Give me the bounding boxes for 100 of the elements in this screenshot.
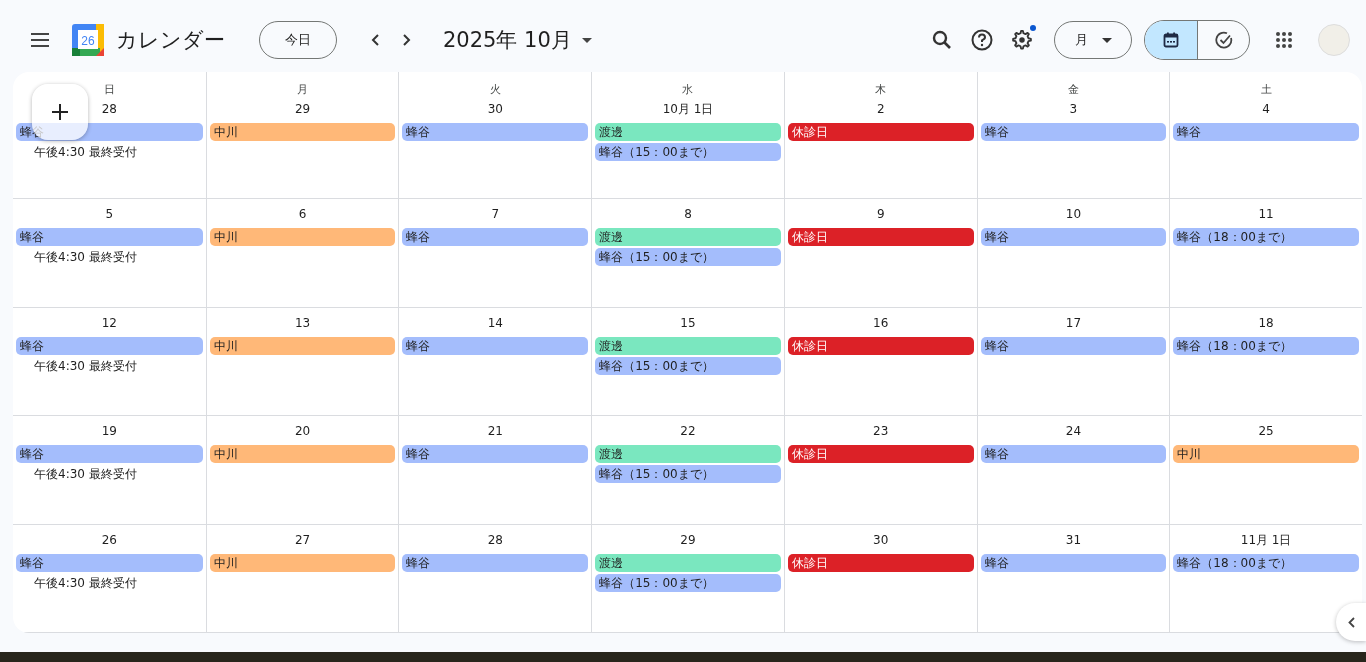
date-number[interactable]: 18 [1258, 314, 1274, 332]
date-number[interactable]: 30 [873, 531, 889, 549]
chevron-right-icon [403, 34, 411, 46]
date-number[interactable]: 19 [101, 422, 117, 440]
date-number[interactable]: 28 [101, 100, 117, 118]
date-number[interactable]: 31 [1065, 531, 1082, 549]
chevron-left-icon [371, 34, 379, 46]
weekday-label: 土 [1260, 82, 1272, 98]
event-chip[interactable]: 中川 [209, 554, 396, 572]
event-text[interactable]: 午後4:30 最終受付 [34, 143, 137, 161]
date-number[interactable]: 16 [873, 314, 889, 332]
date-number[interactable]: 4 [1262, 100, 1270, 118]
event-text[interactable]: 午後4:30 最終受付 [34, 248, 137, 266]
event-chip[interactable]: 蜂谷（15：00まで） [595, 143, 781, 161]
date-number[interactable]: 29 [294, 100, 311, 118]
event-chip[interactable]: 蜂谷 [980, 228, 1167, 246]
weekday-label: 金 [1067, 82, 1079, 98]
event-chip[interactable]: 渡邊 [595, 554, 781, 572]
event-text[interactable]: 午後4:30 最終受付 [34, 357, 137, 375]
create-button[interactable] [32, 84, 88, 140]
caret-icon [1101, 37, 1112, 43]
date-number[interactable]: 13 [294, 314, 311, 332]
event-chip[interactable]: 蜂谷（15：00まで） [595, 465, 781, 483]
side-panel-toggle[interactable] [1336, 603, 1366, 641]
date-number[interactable]: 17 [1065, 314, 1082, 332]
date-number[interactable]: 23 [873, 422, 889, 440]
calendar-icon [1163, 32, 1179, 48]
plus-icon [51, 103, 69, 121]
date-number[interactable]: 26 [101, 531, 117, 549]
date-number[interactable]: 9 [876, 205, 885, 223]
date-number[interactable]: 22 [680, 422, 696, 440]
event-chip[interactable]: 中川 [209, 445, 396, 463]
weekday-label: 水 [682, 82, 694, 98]
event-chip[interactable]: 蜂谷（15：00まで） [595, 357, 781, 375]
date-number[interactable]: 2 [876, 100, 885, 118]
weekday-label: 日 [103, 82, 115, 98]
event-chip[interactable]: 蜂谷 [402, 445, 589, 463]
event-chip[interactable]: 蜂谷 [16, 228, 203, 246]
weekday-label: 月 [297, 82, 309, 98]
apps-grid-icon [1275, 31, 1293, 49]
event-chip[interactable]: 渡邊 [595, 445, 781, 463]
event-chip[interactable]: 蜂谷 [1173, 123, 1359, 141]
event-chip[interactable]: 蜂谷 [16, 337, 203, 355]
event-chip[interactable]: 蜂谷（18：00まで） [1173, 554, 1359, 572]
event-chip[interactable]: 蜂谷 [980, 123, 1167, 141]
date-number[interactable]: 10月 1日 [662, 100, 714, 118]
event-chip[interactable]: 休診日 [787, 123, 974, 141]
weekday-label: 木 [875, 82, 887, 98]
date-number[interactable]: 24 [1065, 422, 1082, 440]
event-text[interactable]: 午後4:30 最終受付 [34, 465, 137, 483]
event-chip[interactable]: 蜂谷 [980, 445, 1167, 463]
date-number[interactable]: 5 [105, 205, 114, 223]
help-icon [971, 29, 993, 51]
date-number[interactable]: 25 [1258, 422, 1274, 440]
event-chip[interactable]: 蜂谷 [980, 554, 1167, 572]
event-chip[interactable]: 蜂谷 [402, 228, 589, 246]
event-chip[interactable]: 休診日 [787, 445, 974, 463]
date-number[interactable]: 29 [680, 531, 696, 549]
date-number[interactable]: 15 [680, 314, 696, 332]
event-chip[interactable]: 中川 [209, 123, 396, 141]
calendar-view-button[interactable] [1145, 21, 1197, 59]
event-chip[interactable]: 休診日 [787, 337, 974, 355]
event-chip[interactable]: 中川 [209, 228, 396, 246]
event-chip[interactable]: 蜂谷（15：00まで） [595, 574, 781, 592]
event-chip[interactable]: 休診日 [787, 554, 974, 572]
date-number[interactable]: 30 [487, 100, 503, 118]
date-number[interactable]: 20 [294, 422, 311, 440]
event-chip[interactable]: 渡邊 [595, 337, 781, 355]
date-number[interactable]: 12 [101, 314, 117, 332]
event-chip[interactable]: 中川 [1173, 445, 1359, 463]
event-chip[interactable]: 渡邊 [595, 228, 781, 246]
date-number[interactable]: 3 [1069, 100, 1078, 118]
event-chip[interactable]: 蜂谷 [16, 554, 203, 572]
date-number[interactable]: 11 [1258, 205, 1274, 223]
event-chip[interactable]: 蜂谷（15：00まで） [595, 248, 781, 266]
event-chip[interactable]: 中川 [209, 337, 396, 355]
date-number[interactable]: 14 [487, 314, 503, 332]
event-chip[interactable]: 蜂谷 [402, 554, 589, 572]
chevron-left-icon [1347, 616, 1355, 628]
event-chip[interactable]: 休診日 [787, 228, 974, 246]
date-number[interactable]: 28 [487, 531, 503, 549]
event-chip[interactable]: 蜂谷（18：00まで） [1173, 337, 1359, 355]
date-number[interactable]: 6 [298, 205, 307, 223]
search-icon [932, 30, 952, 50]
calendar-logo: 26 [72, 24, 104, 56]
event-chip[interactable]: 渡邊 [595, 123, 781, 141]
date-number[interactable]: 21 [487, 422, 503, 440]
date-number[interactable]: 10 [1065, 205, 1082, 223]
event-chip[interactable]: 蜂谷 [980, 337, 1167, 355]
date-number[interactable]: 8 [684, 205, 692, 223]
date-number[interactable]: 27 [294, 531, 311, 549]
event-text[interactable]: 午後4:30 最終受付 [34, 574, 137, 592]
event-chip[interactable]: 蜂谷 [402, 123, 589, 141]
caret-icon [581, 37, 592, 43]
event-chip[interactable]: 蜂谷 [402, 337, 589, 355]
date-number[interactable]: 7 [491, 205, 500, 223]
date-number[interactable]: 11月 1日 [1240, 531, 1292, 549]
month-picker[interactable]: 2025年 10月 [443, 26, 592, 54]
event-chip[interactable]: 蜂谷（18：00まで） [1173, 228, 1359, 246]
event-chip[interactable]: 蜂谷 [16, 445, 203, 463]
